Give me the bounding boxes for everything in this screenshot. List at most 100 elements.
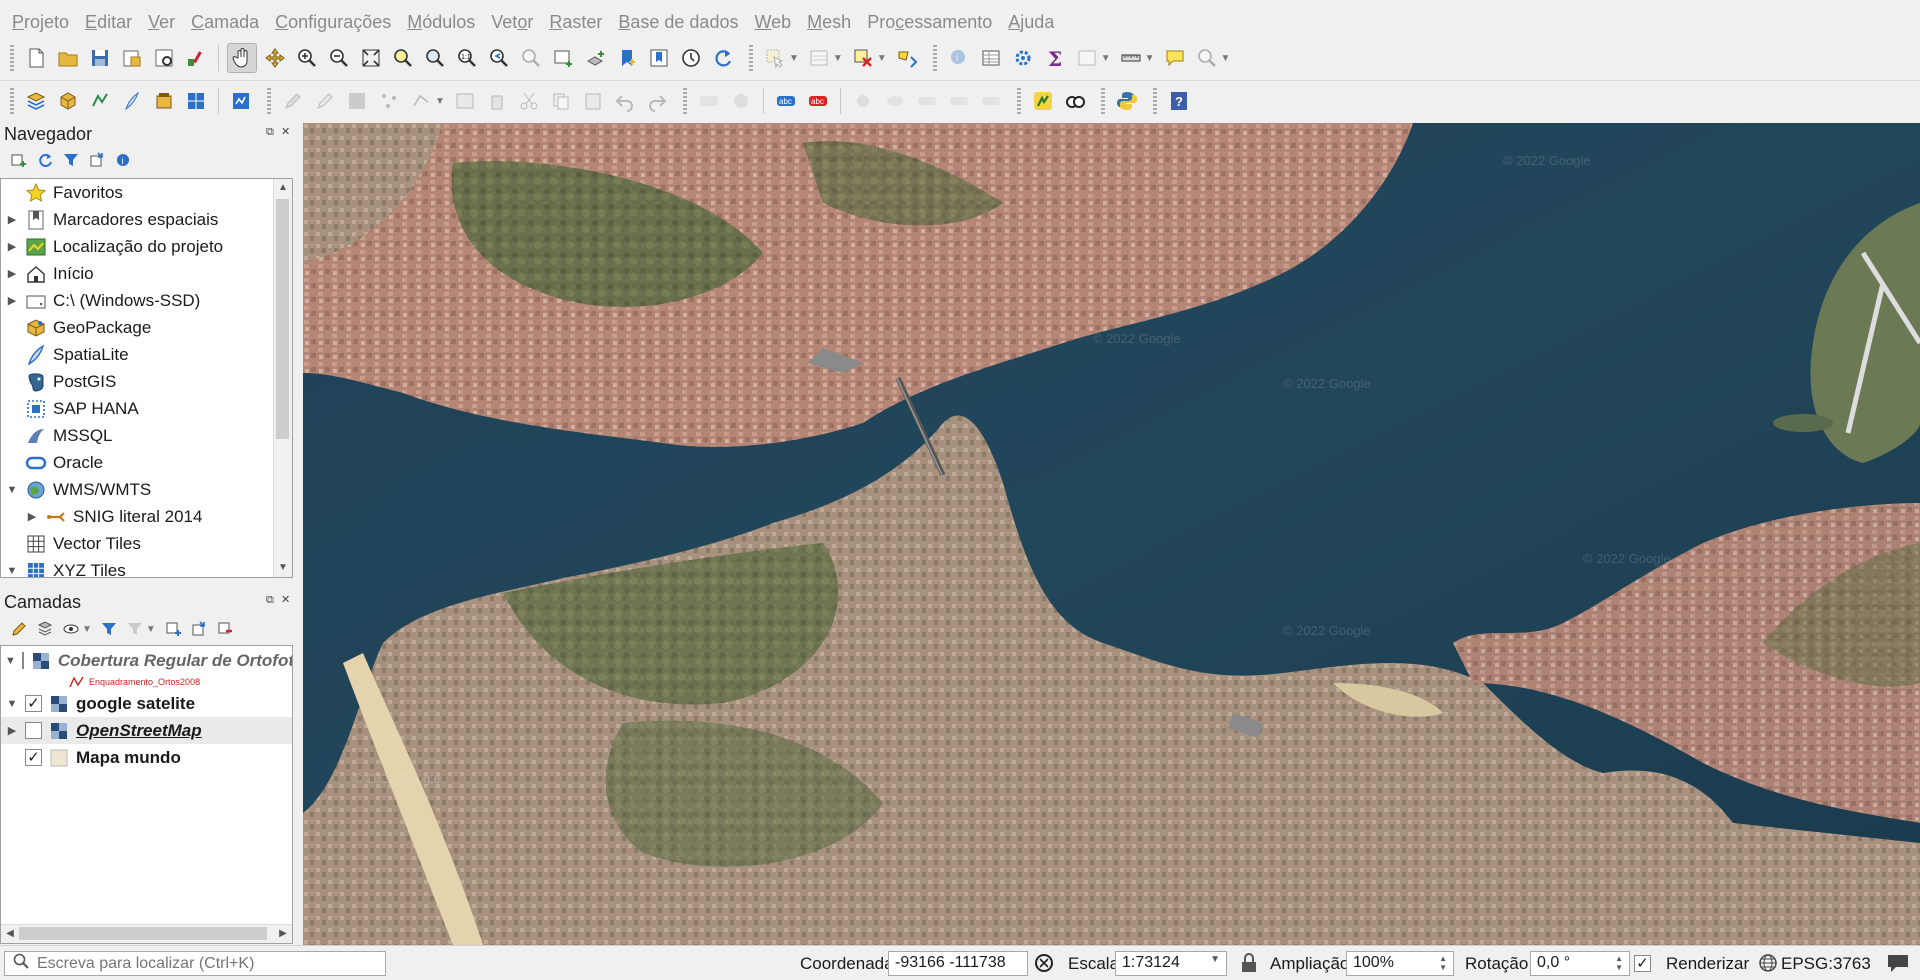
browser-item[interactable]: ▶ Início	[1, 260, 292, 287]
filter-browser-icon[interactable]	[60, 149, 82, 171]
filter-legend-icon[interactable]	[98, 618, 120, 640]
expand-all-icon[interactable]	[162, 618, 184, 640]
new-geopackage-layer-icon[interactable]	[54, 87, 82, 115]
navigator-float-icon[interactable]: ⧉	[266, 126, 274, 139]
measure-line-icon[interactable]	[1117, 44, 1145, 72]
browser-item[interactable]: GeoPackage	[1, 314, 292, 341]
menu-item[interactable]: Mesh	[799, 12, 859, 33]
add-delimited-text-layer-icon[interactable]	[227, 87, 255, 115]
copy-features-icon[interactable]	[547, 87, 575, 115]
modify-attributes-icon[interactable]	[451, 87, 479, 115]
remove-layer-icon[interactable]	[214, 618, 236, 640]
layers-close-icon[interactable]: ✕	[281, 593, 290, 606]
data-source-manager-icon[interactable]	[22, 87, 50, 115]
zoom-out-icon[interactable]	[325, 44, 353, 72]
vertex-tool-icon[interactable]	[407, 87, 435, 115]
save-project-icon[interactable]	[86, 44, 114, 72]
plugin-grass-icon[interactable]	[1029, 87, 1057, 115]
hscroll-thumb[interactable]	[19, 927, 267, 940]
expand-arrow-icon[interactable]: ▶	[5, 240, 19, 253]
delete-selected-icon[interactable]	[483, 87, 511, 115]
magnifier-spinbox[interactable]: 100% ▲ ▼	[1346, 951, 1454, 976]
browser-item[interactable]: SpatiaLite	[1, 341, 292, 368]
menu-item[interactable]: Processamento	[859, 12, 1000, 33]
browser-item[interactable]: SAP HANA	[1, 395, 292, 422]
lock-scale-icon[interactable]	[1240, 952, 1258, 979]
locator-input[interactable]	[35, 953, 369, 974]
browser-item[interactable]: ▼ XYZ Tiles	[1, 557, 292, 577]
rotate-label-icon[interactable]	[945, 87, 973, 115]
browser-item[interactable]: ▶ SNIG literal 2014	[1, 503, 292, 530]
paste-features-icon[interactable]	[579, 87, 607, 115]
collapse-arrow-icon[interactable]: ▼	[5, 484, 19, 496]
browser-item[interactable]: PostGIS	[1, 368, 292, 395]
rotation-spinbox[interactable]: 0,0 ° ▲ ▼	[1530, 951, 1630, 976]
manage-map-themes-icon[interactable]	[60, 618, 82, 640]
zoom-in-icon[interactable]	[293, 44, 321, 72]
temporal-controller-icon[interactable]	[677, 44, 705, 72]
navigator-close-icon[interactable]: ✕	[281, 125, 290, 138]
new-map-view-icon[interactable]	[549, 44, 577, 72]
refresh-icon[interactable]	[34, 149, 56, 171]
crs-label[interactable]: EPSG:3763	[1781, 954, 1871, 974]
browser-item[interactable]: Vector Tiles	[1, 530, 292, 557]
menu-item[interactable]: Raster	[541, 12, 610, 33]
browser-item[interactable]: ▶ Localização do projeto	[1, 233, 292, 260]
layer-visibility-checkbox[interactable]	[21, 652, 24, 669]
map-canvas[interactable]: © 2022 Google © 2022 Google © 2022 Google ©…	[303, 123, 1920, 945]
scroll-up-icon[interactable]: ▲	[274, 179, 292, 197]
collapse-arrow-icon[interactable]: ▼	[5, 565, 19, 577]
toolbox-icon[interactable]	[1009, 44, 1037, 72]
python-console-icon[interactable]	[1113, 87, 1141, 115]
label-toolbar-icon[interactable]	[695, 87, 723, 115]
layer-visibility-checkbox[interactable]: ✓	[25, 695, 42, 712]
layer-item[interactable]: ▶ OpenStreetMap	[1, 717, 292, 744]
zoom-to-layer-icon[interactable]	[421, 44, 449, 72]
layer-item[interactable]: ▼ ✓ google satelite	[1, 690, 292, 717]
diagram-icon[interactable]	[727, 87, 755, 115]
pin-labels-icon[interactable]	[849, 87, 877, 115]
browser-item[interactable]: Oracle	[1, 449, 292, 476]
new-shapefile-layer-icon[interactable]	[86, 87, 114, 115]
layer-visibility-checkbox[interactable]	[25, 722, 42, 739]
browser-scrollbar[interactable]: ▲ ▼	[273, 179, 292, 577]
layers-float-icon[interactable]: ⧉	[266, 594, 274, 607]
deselect-features-icon[interactable]	[849, 44, 877, 72]
menu-item[interactable]: Configurações	[267, 12, 399, 33]
menu-item[interactable]: Ver	[140, 12, 183, 33]
zoom-to-selection-icon[interactable]	[389, 44, 417, 72]
zoom-native-resolution-icon[interactable]: 1:1	[453, 44, 481, 72]
layer-visibility-checkbox[interactable]: ✓	[25, 749, 42, 766]
select-by-value-icon[interactable]	[805, 44, 833, 72]
pan-map-icon[interactable]	[227, 43, 257, 73]
menu-item[interactable]: Ajuda	[1000, 12, 1062, 33]
text-annotation-icon[interactable]	[1161, 44, 1189, 72]
enable-properties-icon[interactable]: i	[112, 149, 134, 171]
plugin-quickosm-icon[interactable]	[1061, 87, 1089, 115]
digitize-icon[interactable]	[375, 87, 403, 115]
scroll-down-icon[interactable]: ▼	[274, 559, 292, 577]
spin-arrows-icon[interactable]: ▲ ▼	[1615, 954, 1623, 973]
toolbar-grip[interactable]	[10, 45, 14, 71]
zoom-last-icon[interactable]	[485, 44, 513, 72]
toggle-extents-icon[interactable]	[1033, 952, 1055, 979]
spin-arrows-icon[interactable]: ▲ ▼	[1439, 954, 1447, 973]
select-features-icon[interactable]	[761, 44, 789, 72]
redo-icon[interactable]	[643, 87, 671, 115]
show-spatial-bookmarks-icon[interactable]	[645, 44, 673, 72]
expand-arrow-icon[interactable]: ▶	[5, 724, 19, 737]
help-icon[interactable]: ?	[1165, 87, 1193, 115]
browser-item[interactable]: MSSQL	[1, 422, 292, 449]
add-selected-layers-icon[interactable]	[8, 149, 30, 171]
open-project-icon[interactable]	[54, 44, 82, 72]
collapse-arrow-icon[interactable]: ▼	[5, 698, 19, 710]
expand-arrow-icon[interactable]: ▶	[5, 213, 19, 226]
undo-icon[interactable]	[611, 87, 639, 115]
cut-features-icon[interactable]	[515, 87, 543, 115]
menu-item[interactable]: Vetor	[483, 12, 541, 33]
new-print-layout-icon[interactable]	[118, 44, 146, 72]
style-manager-icon[interactable]	[182, 44, 210, 72]
menu-item[interactable]: Projeto	[0, 12, 77, 33]
browser-item[interactable]: ▶ Marcadores espaciais	[1, 206, 292, 233]
scroll-thumb[interactable]	[276, 199, 289, 439]
